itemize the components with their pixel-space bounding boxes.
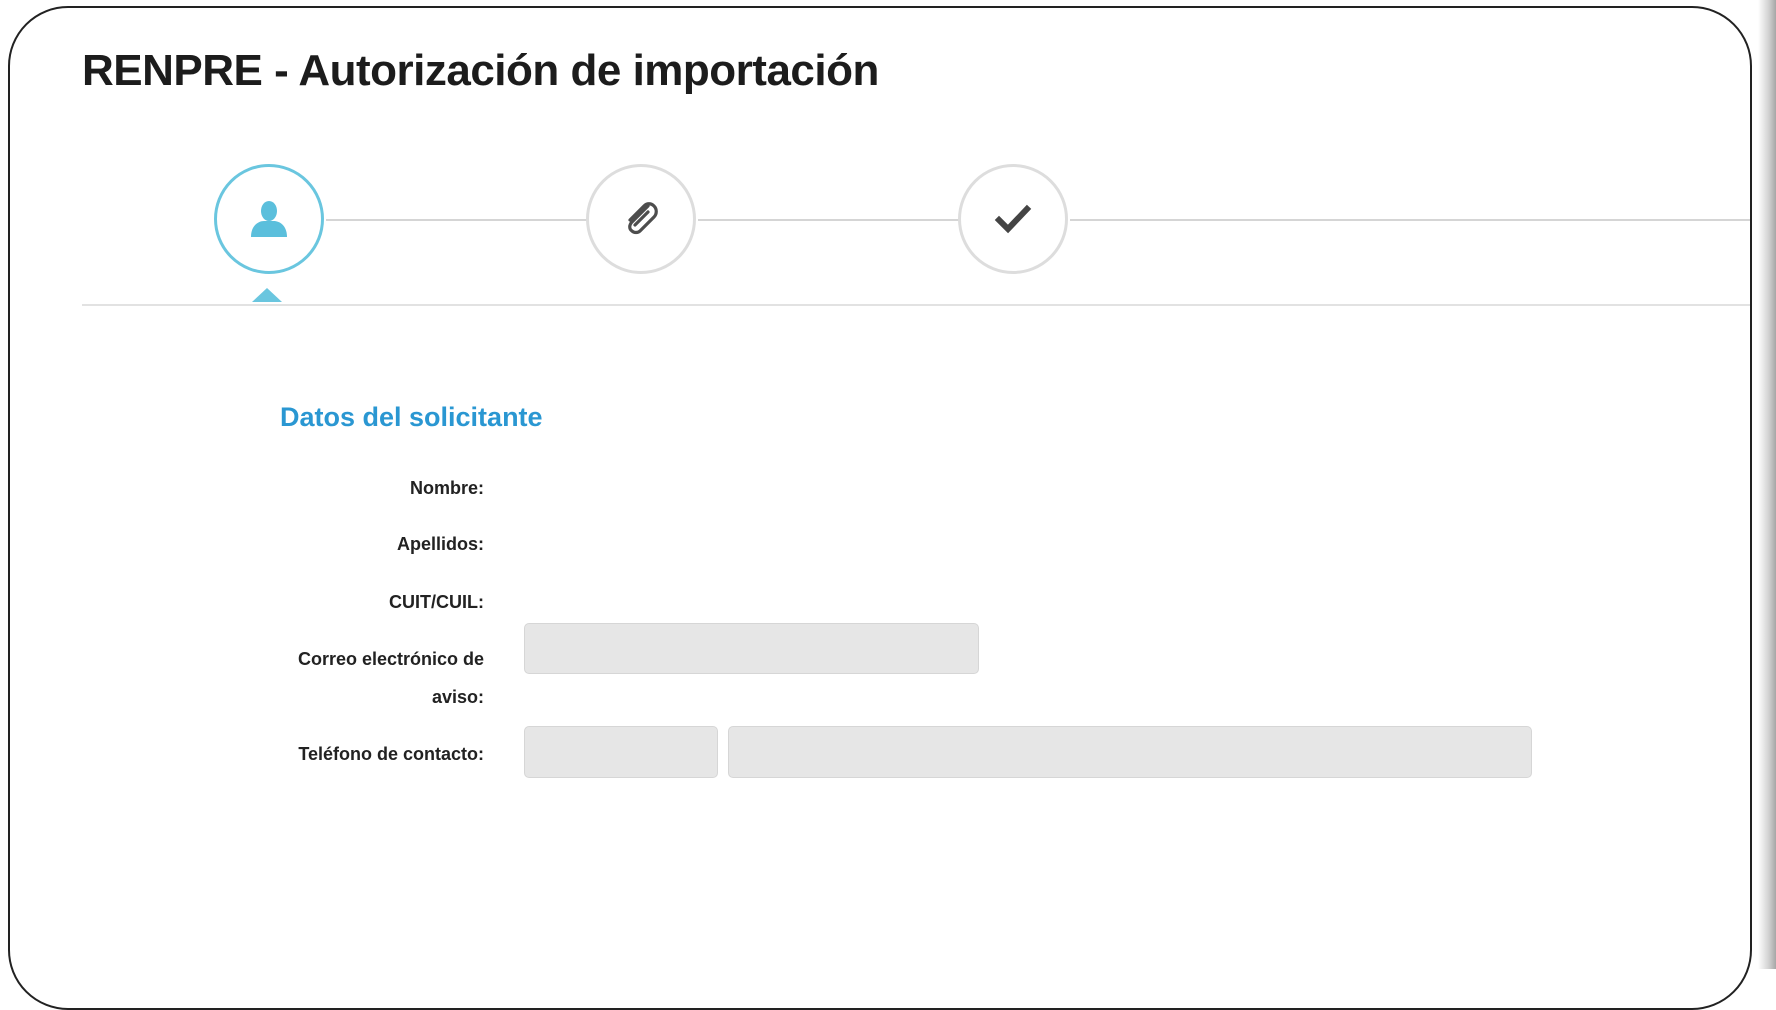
phone-number-field[interactable] — [728, 726, 1532, 778]
step-3-confirmation[interactable] — [958, 164, 1068, 274]
correo-label-line2: aviso: — [431, 687, 484, 707]
email-field[interactable] — [524, 623, 979, 674]
phone-area-code-field[interactable] — [524, 726, 718, 778]
section-title-applicant: Datos del solicitante — [280, 402, 543, 432]
telefono-label: Teléfono de contacto: — [298, 744, 484, 764]
page-title: RENPRE - Autorización de importación — [82, 46, 879, 95]
window-frame: RENPRE - Autorización de importación Dat… — [8, 6, 1752, 1010]
correo-label: Correo electrónico de aviso: — [244, 640, 484, 716]
user-icon — [251, 201, 287, 237]
stepper-connector — [1070, 219, 1750, 221]
nombre-label: Nombre: — [409, 478, 484, 498]
paperclip-icon — [628, 202, 658, 235]
stepper-divider — [82, 304, 1750, 306]
active-step-pointer — [252, 288, 282, 302]
window-shadow — [1758, 0, 1776, 969]
progress-stepper — [82, 158, 1750, 308]
cuit-label: CUIT/CUIL: — [389, 592, 484, 612]
apellidos-label: Apellidos: — [396, 534, 484, 554]
stepper-connector — [326, 219, 590, 221]
correo-label-line1: Correo electrónico de — [297, 649, 484, 669]
stepper-connector — [698, 219, 962, 221]
step-1-applicant[interactable] — [214, 164, 324, 274]
checkmark-icon — [994, 204, 1032, 234]
step-2-attachments[interactable] — [586, 164, 696, 274]
